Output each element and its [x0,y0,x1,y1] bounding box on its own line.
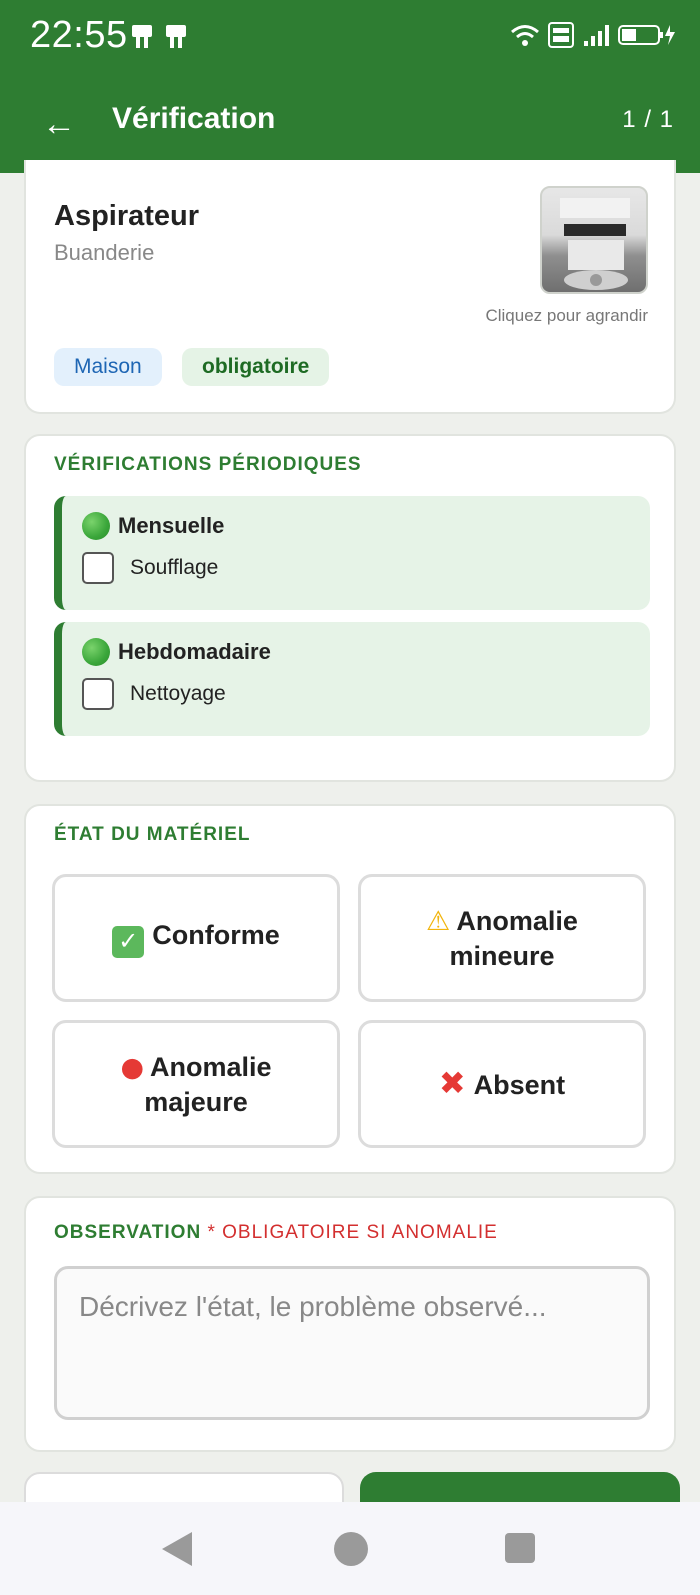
volte-icon [548,22,574,48]
state-minor-anomaly-button[interactable]: ⚠ Anomalie mineure [358,874,646,1002]
period-group-weekly: Hebdomadaire Nettoyage [54,622,650,736]
state-absent-button[interactable]: ✖ Absent [358,1020,646,1148]
section-title: ÉTAT DU MATÉRIEL [54,824,251,845]
notification-icon [166,25,186,48]
equipment-card: Aspirateur Buanderie Cliquez pour agrand… [24,160,676,414]
periodic-checks-card: VÉRIFICATIONS PÉRIODIQUES Mensuelle Souf… [24,434,676,782]
observation-title: OBSERVATION [54,1222,202,1243]
equipment-name: Aspirateur [54,200,200,232]
state-label: Anomalie majeure [144,1051,272,1117]
nav-back-icon[interactable] [162,1532,192,1566]
green-circle-icon [82,638,110,666]
wifi-icon [511,25,539,46]
observation-field[interactable] [54,1266,650,1420]
siren-icon: ● [120,1051,145,1083]
tag-category: Maison [54,348,162,386]
battery-icon [618,25,675,45]
task-row[interactable]: Soufflage [82,552,218,584]
state-conforme-button[interactable]: ✓ Conforme [52,874,340,1002]
warning-icon: ⚠ [426,905,451,937]
state-label: Anomalie mineure [449,905,578,971]
period-label: Mensuelle [118,513,225,538]
task-row[interactable]: Nettoyage [82,678,226,710]
task-checkbox[interactable] [82,552,114,584]
nav-recents-icon[interactable] [505,1533,535,1563]
check-mark-icon: ✓ [112,926,145,958]
section-title: OBSERVATION * OBLIGATOIRE SI ANOMALIE [54,1222,498,1244]
app-header: 22:55 ← Vérification 1 / 1 [0,0,700,173]
period-header: Hebdomadaire [82,638,271,666]
notification-icon [132,25,152,48]
state-major-anomaly-button[interactable]: ● Anomalie majeure [52,1020,340,1148]
green-circle-icon [82,512,110,540]
page-title: Vérification [112,102,276,135]
equipment-photo[interactable] [540,186,648,294]
equipment-state-card: ÉTAT DU MATÉRIEL ✓ Conforme ⚠ Anomalie min… [24,804,676,1174]
observation-card: OBSERVATION * OBLIGATOIRE SI ANOMALIE [24,1196,676,1452]
period-group-monthly: Mensuelle Soufflage [54,496,650,610]
tag-mandatory: obligatoire [182,348,330,386]
section-title: VÉRIFICATIONS PÉRIODIQUES [54,454,362,475]
page-counter: 1 / 1 [622,106,674,133]
period-header: Mensuelle [82,512,224,540]
status-time: 22:55 [30,14,128,56]
task-label: Nettoyage [130,682,226,705]
state-label: Absent [473,1070,566,1100]
app-bar: ← Vérification 1 / 1 [0,80,700,170]
period-label: Hebdomadaire [118,639,271,664]
task-checkbox[interactable] [82,678,114,710]
nav-home-icon[interactable] [334,1532,368,1566]
status-bar: 22:55 [0,0,700,72]
required-note: * OBLIGATOIRE SI ANOMALIE [207,1222,498,1243]
system-nav-bar [0,1502,700,1595]
cross-mark-icon: ✖ [438,1064,466,1102]
equipment-location: Buanderie [54,240,155,265]
task-label: Soufflage [130,556,219,579]
zoom-hint: Cliquez pour agrandir [485,306,648,325]
signal-icon [584,25,609,46]
back-arrow-icon[interactable]: ← [42,104,76,144]
photo-image [560,198,630,290]
state-label: Conforme [152,920,280,950]
status-icons [510,20,676,50]
